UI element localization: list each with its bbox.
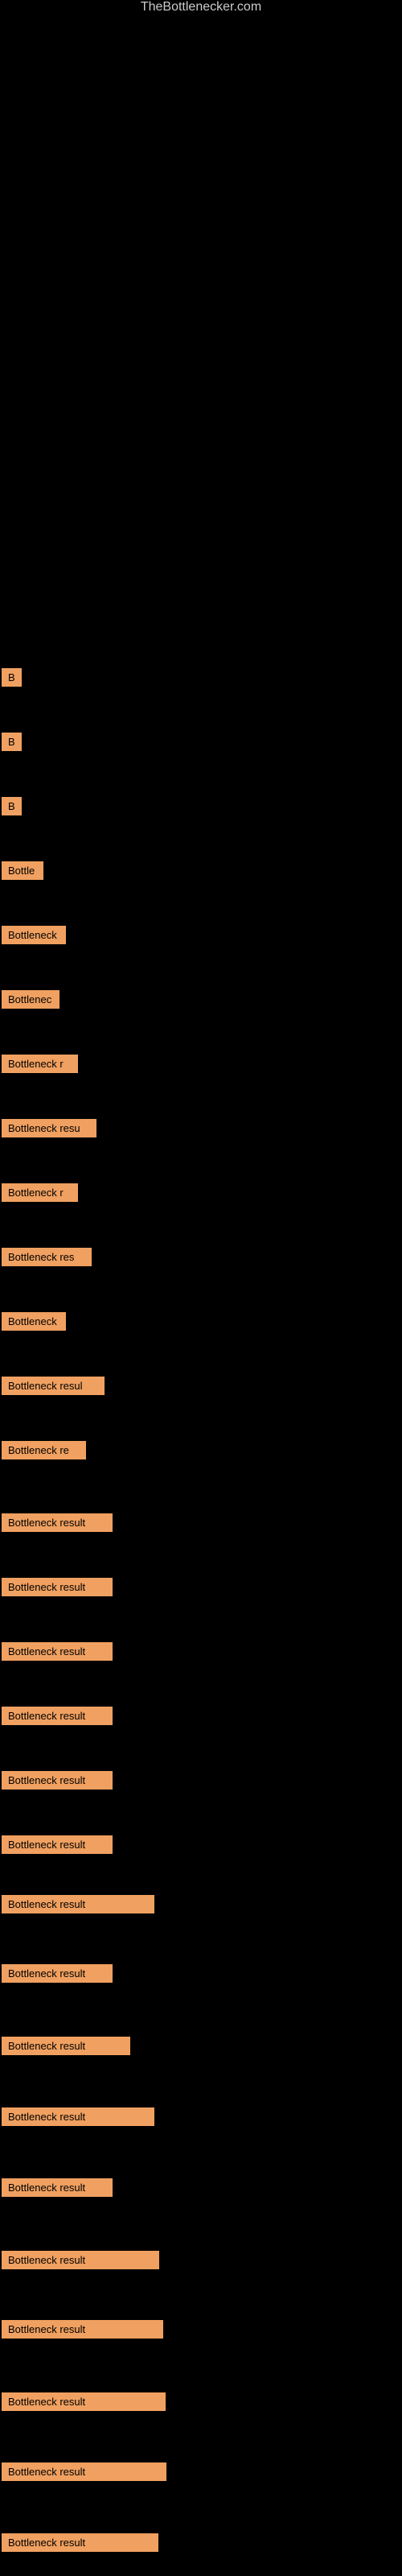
result-item-23: Bottleneck result [2, 2107, 154, 2126]
result-item-3: B [2, 797, 22, 815]
result-item-25: Bottleneck result [2, 2251, 159, 2269]
result-item-13: Bottleneck re [2, 1441, 86, 1459]
result-item-17: Bottleneck result [2, 1707, 113, 1725]
result-item-29: Bottleneck result [2, 2533, 158, 2552]
result-item-7: Bottleneck r [2, 1055, 78, 1073]
result-item-8: Bottleneck resu [2, 1119, 96, 1137]
result-item-22: Bottleneck result [2, 2037, 130, 2055]
result-item-15: Bottleneck result [2, 1578, 113, 1596]
result-item-16: Bottleneck result [2, 1642, 113, 1661]
result-item-2: B [2, 733, 22, 751]
result-item-6: Bottlenec [2, 990, 59, 1009]
result-item-9: Bottleneck r [2, 1183, 78, 1202]
result-item-1: B [2, 668, 22, 687]
result-item-21: Bottleneck result [2, 1964, 113, 1983]
result-item-5: Bottleneck [2, 926, 66, 944]
result-item-14: Bottleneck result [2, 1513, 113, 1532]
site-title-container: TheBottlenecker.com [0, 0, 402, 14]
result-item-12: Bottleneck resul [2, 1377, 105, 1395]
result-item-24: Bottleneck result [2, 2178, 113, 2197]
result-item-20: Bottleneck result [2, 1895, 154, 1913]
result-item-27: Bottleneck result [2, 2392, 166, 2411]
site-title: TheBottlenecker.com [141, 0, 261, 17]
result-item-26: Bottleneck result [2, 2320, 163, 2339]
result-item-11: Bottleneck [2, 1312, 66, 1331]
result-item-18: Bottleneck result [2, 1771, 113, 1790]
result-item-19: Bottleneck result [2, 1835, 113, 1854]
result-item-10: Bottleneck res [2, 1248, 92, 1266]
result-item-28: Bottleneck result [2, 2462, 166, 2481]
result-item-4: Bottle [2, 861, 43, 880]
